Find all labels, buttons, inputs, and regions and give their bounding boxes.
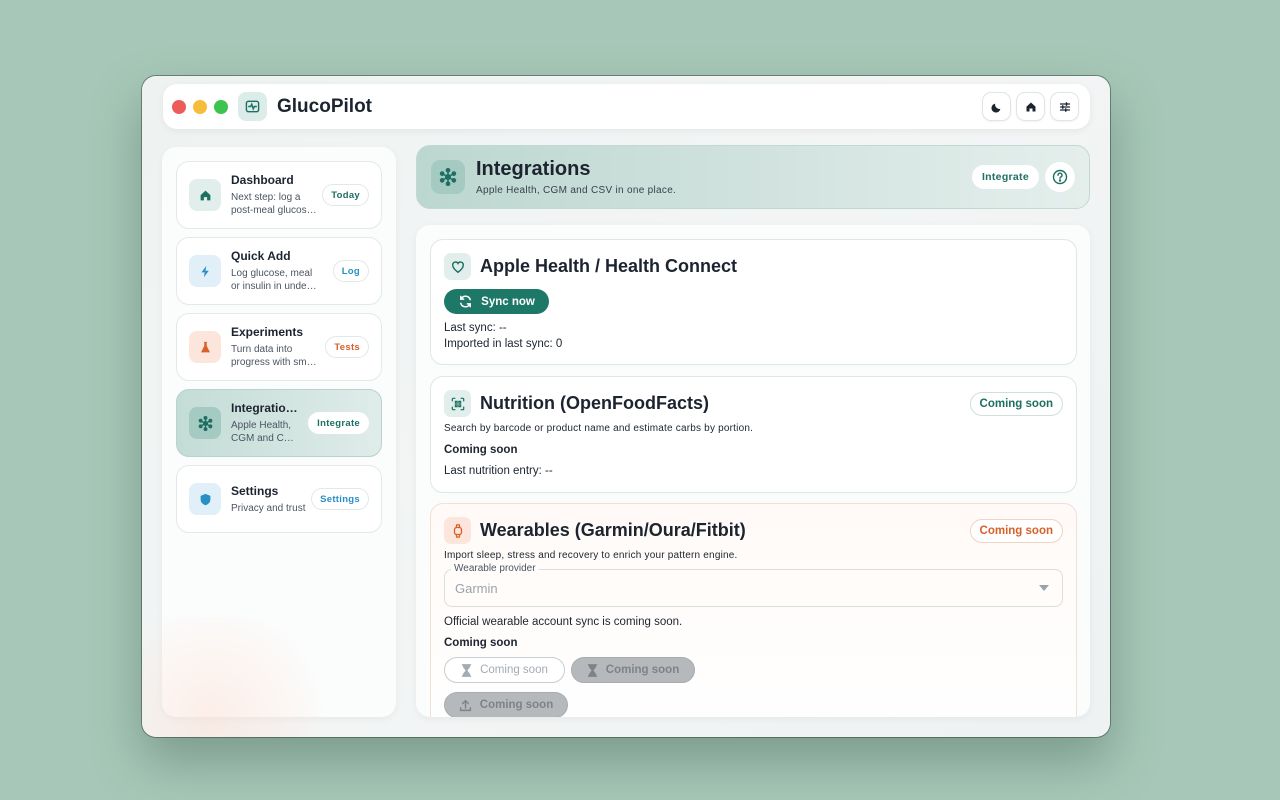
refresh-icon [460,295,472,308]
upload-icon [459,699,471,711]
shield-icon [189,483,221,515]
status-text: Coming soon [444,444,518,456]
sidebar-item-integrations[interactable]: Integrations Apple Health, CGM and CSV i… [176,389,382,457]
coming-soon-badge: Coming soon [969,518,1063,543]
flask-icon [189,331,221,363]
sidebar-item-desc: Log glucose, meal or insulin in under a … [231,268,313,292]
sliders-icon [1059,101,1070,112]
hub-icon [189,407,221,439]
sidebar-item-desc: Privacy and trust [231,502,306,514]
coming-soon-label: Coming soon [605,664,680,676]
coming-soon-button-1[interactable]: Coming soon [444,657,565,683]
theme-toggle-button[interactable] [982,92,1011,121]
nutrition-card: Nutrition (OpenFoodFacts) Coming soon Se… [430,376,1077,493]
imported-count-text: Imported in last sync: 0 [444,338,563,350]
app-title: GlucoPilot [277,95,372,117]
card-title: Apple Health / Health Connect [480,256,738,276]
wearables-card: Wearables (Garmin/Oura/Fitbit) Coming so… [430,503,1077,717]
coming-soon-upload-button[interactable]: Coming soon [444,692,568,717]
home-icon [1026,102,1035,111]
moon-icon [990,103,1000,113]
sidebar-item-desc: Next step: log a post-meal glucose check [231,192,313,216]
heart-icon [444,253,471,280]
caret-down-icon [1039,585,1049,591]
minimize-window-button[interactable] [193,99,207,114]
apple-health-card: Apple Health / Health Connect Sync now L… [430,239,1077,365]
hourglass-icon [462,663,472,677]
sidebar-badge-settings[interactable]: Settings [311,488,369,510]
sidebar-item-title: Integrations [231,401,299,415]
sidebar: Dashboard Next step: log a post-meal glu… [162,147,396,717]
wearable-provider-label: Wearable provider [451,563,539,574]
last-nutrition-entry-text: Last nutrition entry: -- [444,465,553,477]
title-bar: GlucoPilot [163,84,1090,129]
wearable-provider-select[interactable]: Garmin Wearable provider [444,563,1063,607]
sidebar-badge-tests[interactable]: Tests [325,336,369,358]
home-icon [189,179,221,211]
settings-sliders-button[interactable] [1050,92,1079,121]
wearable-provider-value: Garmin [444,569,1063,607]
app-window: GlucoPilot Dashboard Next step: log a po… [142,76,1110,737]
hub-icon [431,160,465,194]
sidebar-item-settings[interactable]: Settings Privacy and trust Settings [176,465,382,533]
sidebar-item-desc: Apple Health, CGM and CSV in one place [231,420,298,444]
watch-icon [444,517,471,544]
sidebar-item-desc: Turn data into progress with small tests [231,344,317,368]
barcode-scan-icon [444,390,471,417]
page-header: Integrations Apple Health, CGM and CSV i… [416,145,1090,209]
sidebar-item-experiments[interactable]: Experiments Turn data into progress with… [176,313,382,381]
sidebar-badge-today[interactable]: Today [322,184,369,206]
app-logo-icon [238,92,267,121]
sidebar-item-dashboard[interactable]: Dashboard Next step: log a post-meal glu… [176,161,382,229]
card-title: Nutrition (OpenFoodFacts) [480,393,709,413]
window-controls [172,99,228,114]
coming-soon-label: Coming soon [479,699,554,711]
card-title: Wearables (Garmin/Oura/Fitbit) [480,520,746,540]
sidebar-item-title: Quick Add [231,249,291,263]
maximize-window-button[interactable] [214,99,228,114]
sidebar-item-quick-add[interactable]: Quick Add Log glucose, meal or insulin i… [176,237,382,305]
hourglass-icon [587,663,597,677]
status-text: Coming soon [444,637,518,649]
coming-soon-label: Coming soon [480,664,548,676]
sidebar-badge-log[interactable]: Log [332,260,369,282]
last-sync-text: Last sync: -- [444,322,507,334]
sync-now-button[interactable]: Sync now [444,289,549,314]
coming-soon-badge: Coming soon [969,391,1063,416]
page-subtitle: Apple Health, CGM and CSV in one place. [476,185,677,196]
help-icon [1052,169,1068,185]
titlebar-actions [982,92,1079,121]
close-window-button[interactable] [172,99,186,114]
page-title: Integrations [476,158,591,180]
home-button[interactable] [1016,92,1045,121]
sidebar-badge-integrate[interactable]: Integrate [308,412,369,434]
sidebar-item-title: Dashboard [231,173,294,187]
sync-now-label: Sync now [481,295,535,308]
card-description: Search by barcode or product name and es… [444,423,754,434]
bolt-icon [189,255,221,287]
sidebar-item-title: Settings [231,483,279,498]
sidebar-item-title: Experiments [231,325,304,339]
coming-soon-button-2[interactable]: Coming soon [571,657,695,683]
wearable-note-text: Official wearable account sync is coming… [444,616,683,628]
integrate-button[interactable]: Integrate [971,165,1039,189]
help-button[interactable] [1045,162,1075,192]
card-description: Import sleep, stress and recovery to enr… [444,550,738,561]
integrations-panel: Apple Health / Health Connect Sync now L… [416,225,1090,717]
